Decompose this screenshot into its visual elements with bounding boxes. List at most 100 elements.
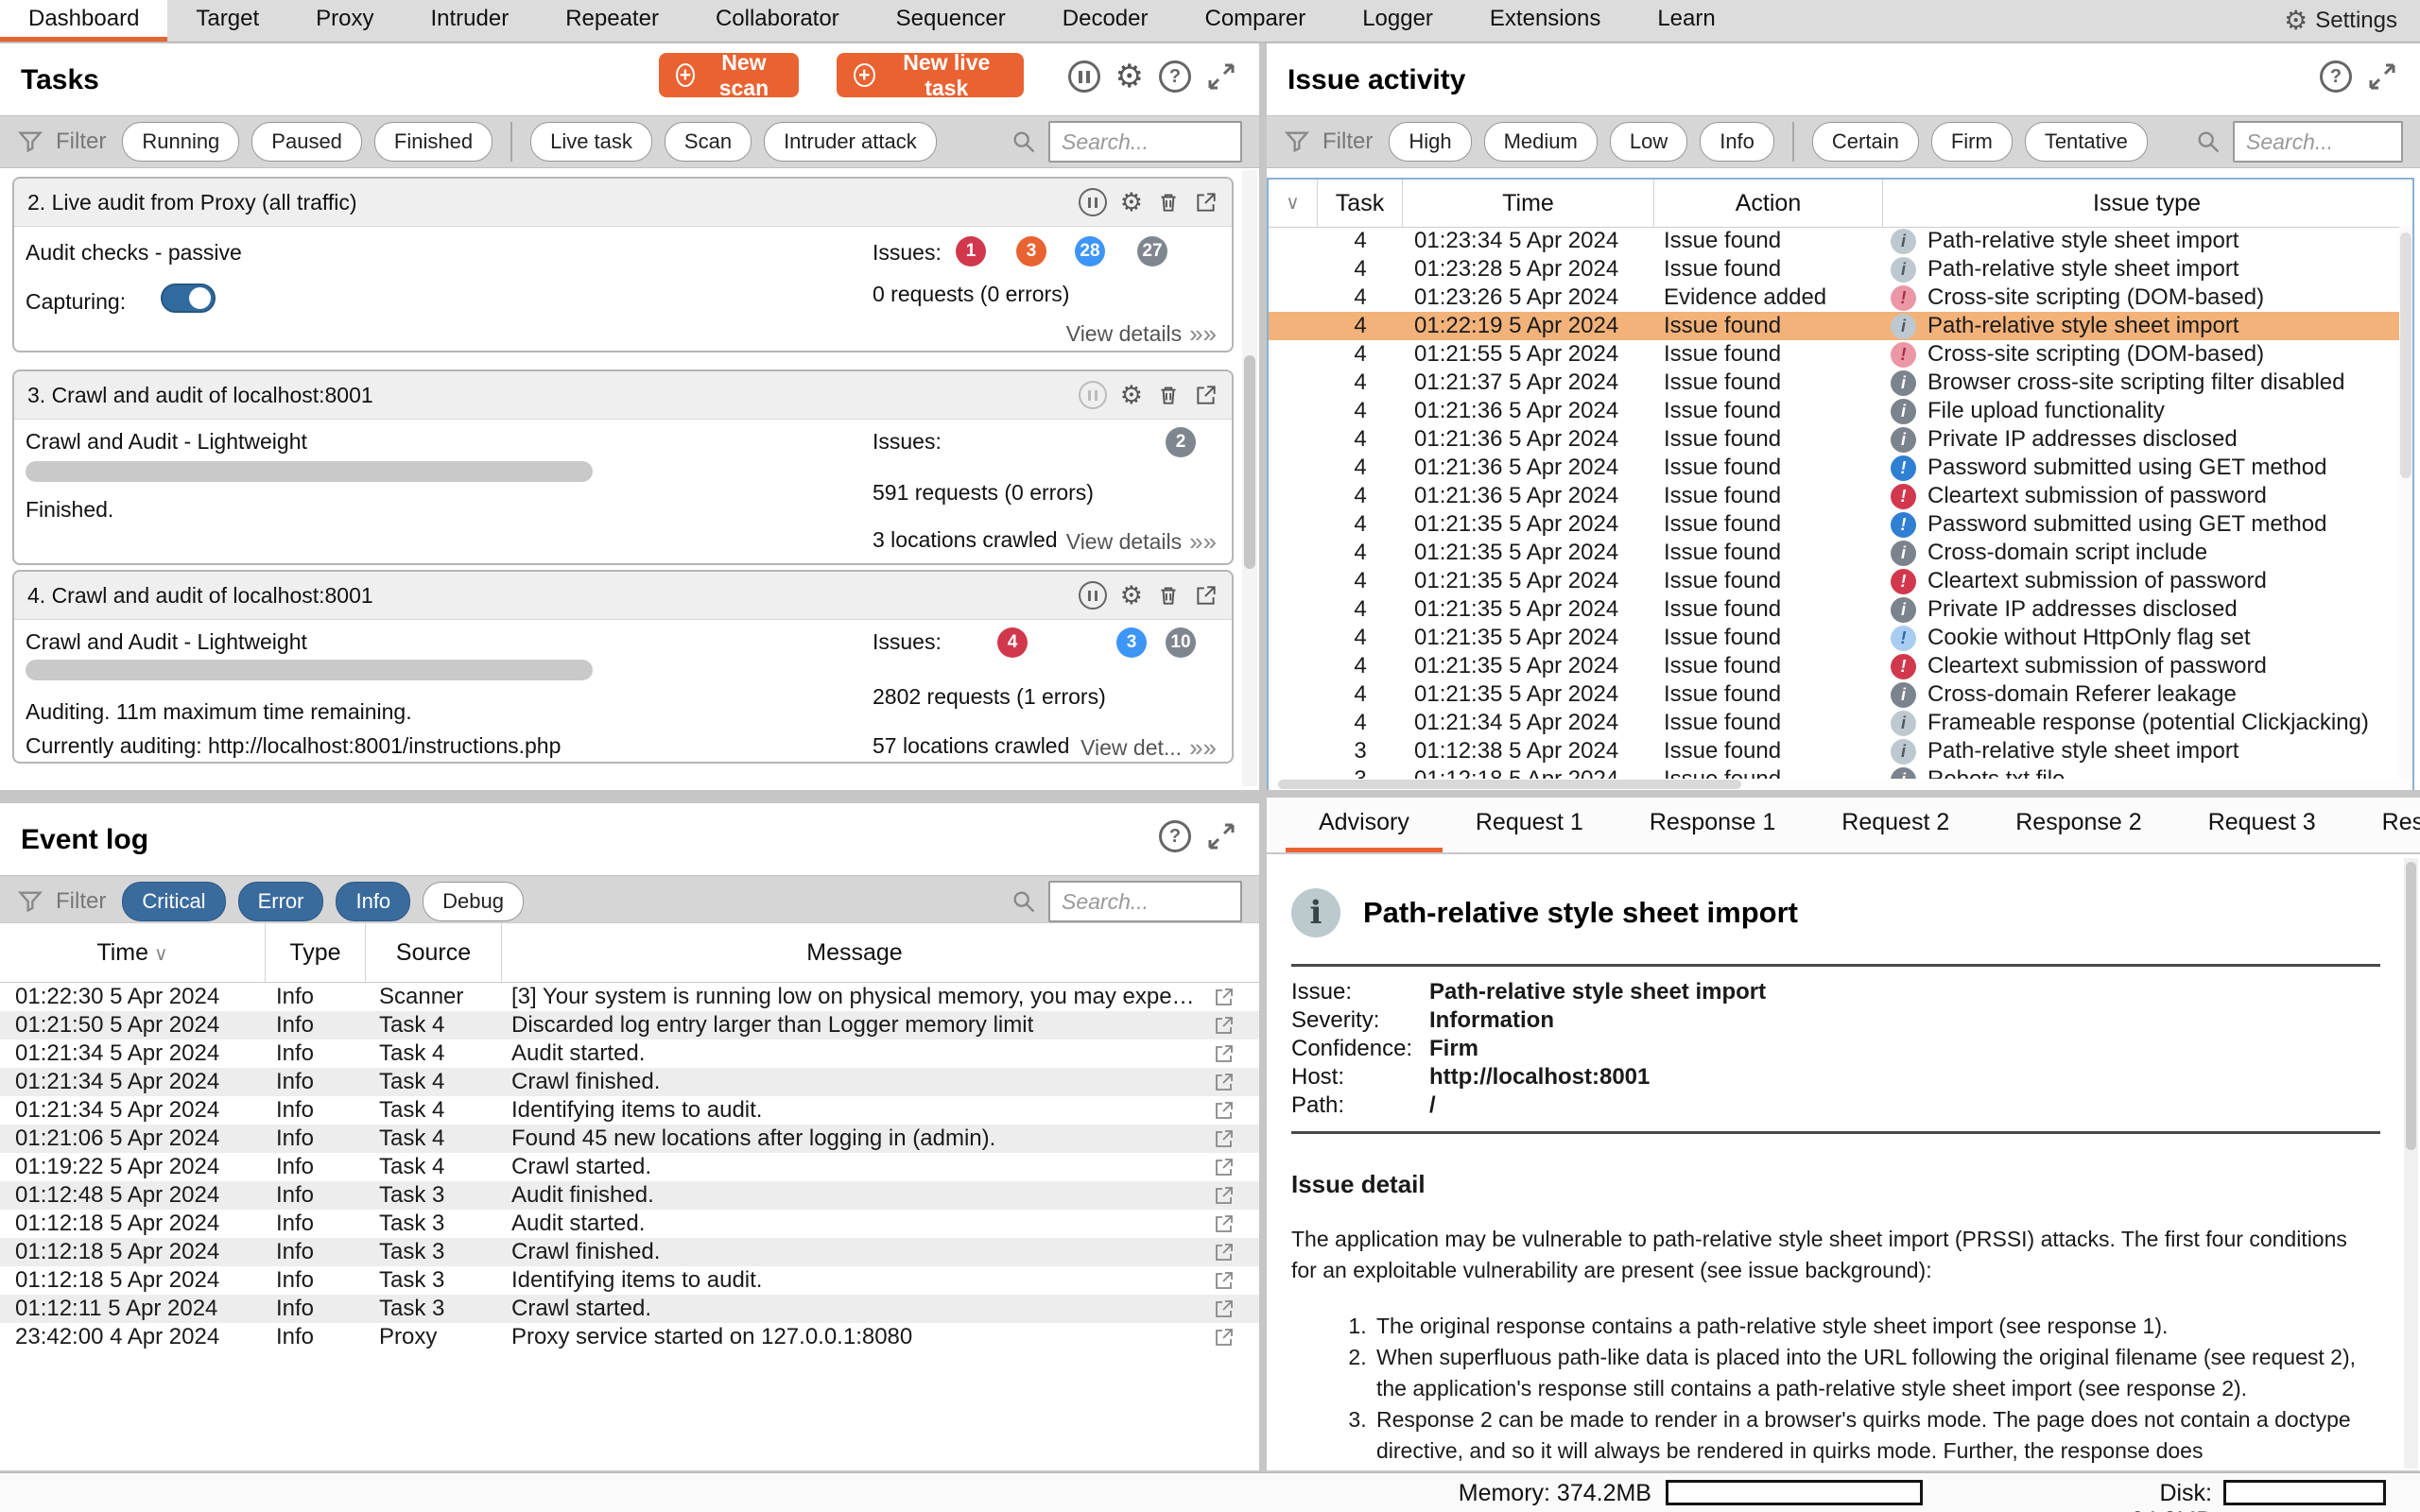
filter-high[interactable]: High	[1389, 122, 1471, 162]
issue-table-vertical-scrollbar[interactable]	[2399, 227, 2412, 779]
tab-intruder[interactable]: Intruder	[402, 0, 537, 42]
settings-button[interactable]: ⚙ Settings	[2284, 0, 2420, 42]
table-row[interactable]: 401:21:34 5 Apr 2024Issue foundFrameable…	[1269, 709, 2412, 737]
trash-icon[interactable]	[1156, 383, 1181, 407]
list-item[interactable]: 01:12:18 5 Apr 2024InfoTask 3Identifying…	[0, 1266, 1259, 1295]
list-item[interactable]: 01:19:22 5 Apr 2024InfoTask 4Crawl start…	[0, 1153, 1259, 1181]
open-in-window-icon[interactable]	[1194, 190, 1219, 215]
filter-paused[interactable]: Paused	[251, 122, 362, 162]
tab-request-1[interactable]: Request 1	[1443, 798, 1616, 852]
list-item[interactable]: 01:12:18 5 Apr 2024InfoTask 3Crawl finis…	[0, 1238, 1259, 1266]
open-in-window-icon[interactable]	[1194, 383, 1219, 407]
tab-dashboard[interactable]: Dashboard	[0, 0, 167, 42]
filter-medium[interactable]: Medium	[1484, 122, 1598, 162]
filter-critical[interactable]: Critical	[122, 882, 225, 921]
open-in-window-icon[interactable]	[1213, 1269, 1236, 1292]
filter-firm[interactable]: Firm	[1931, 122, 2013, 162]
tab-sequencer[interactable]: Sequencer	[868, 0, 1034, 42]
trash-icon[interactable]	[1156, 190, 1181, 215]
expand-icon[interactable]	[1206, 61, 1236, 92]
collapse-chevron-icon[interactable]: ∨	[1269, 180, 1318, 227]
filter-info[interactable]: Info	[1700, 122, 1774, 162]
gear-icon[interactable]: ⚙	[1120, 583, 1143, 609]
table-row[interactable]: 401:21:35 5 Apr 2024Issue foundPrivate I…	[1269, 595, 2412, 624]
column-header-type[interactable]: Type	[266, 923, 366, 982]
tab-request-3[interactable]: Request 3	[2175, 798, 2349, 852]
list-item[interactable]: 01:21:34 5 Apr 2024InfoTask 4Identifying…	[0, 1096, 1259, 1125]
filter-tentative[interactable]: Tentative	[2025, 122, 2148, 162]
open-in-window-icon[interactable]	[1213, 1014, 1236, 1037]
expand-icon[interactable]	[1206, 821, 1236, 851]
column-header-message[interactable]: Message	[502, 923, 1207, 982]
filter-certain[interactable]: Certain	[1812, 122, 1919, 162]
help-icon[interactable]: ?	[1159, 60, 1191, 93]
table-row[interactable]: 401:21:37 5 Apr 2024Issue foundBrowser c…	[1269, 369, 2412, 397]
open-in-window-icon[interactable]	[1213, 1184, 1236, 1207]
filter-intruder-attack[interactable]: Intruder attack	[764, 122, 937, 162]
list-item[interactable]: 01:12:11 5 Apr 2024InfoTask 3Crawl start…	[0, 1295, 1259, 1323]
column-header-source[interactable]: Source	[366, 923, 502, 982]
list-item[interactable]: 01:12:48 5 Apr 2024InfoTask 3Audit finis…	[0, 1181, 1259, 1210]
filter-finished[interactable]: Finished	[374, 122, 493, 162]
tab-collaborator[interactable]: Collaborator	[687, 0, 868, 42]
list-item[interactable]: 01:12:18 5 Apr 2024InfoTask 3Audit start…	[0, 1210, 1259, 1238]
task-card-crawl-3[interactable]: 3. Crawl and audit of localhost:8001 ⚙ C…	[12, 369, 1234, 565]
open-in-window-icon[interactable]	[1213, 1297, 1236, 1320]
list-item[interactable]: 01:21:06 5 Apr 2024InfoTask 4Found 45 ne…	[0, 1125, 1259, 1153]
table-row[interactable]: 401:21:36 5 Apr 2024Issue foundPassword …	[1269, 454, 2412, 482]
column-header-time[interactable]: Time∨	[0, 923, 266, 982]
table-row[interactable]: 401:21:35 5 Apr 2024Issue foundCleartext…	[1269, 652, 2412, 680]
tab-request-2[interactable]: Request 2	[1808, 798, 1982, 852]
eventlog-search-input[interactable]	[1048, 881, 1242, 922]
table-row[interactable]: 401:21:35 5 Apr 2024Issue foundCleartext…	[1269, 567, 2412, 595]
table-row[interactable]: 401:21:35 5 Apr 2024Issue foundCookie wi…	[1269, 624, 2412, 652]
tab-repeater[interactable]: Repeater	[537, 0, 687, 42]
advisory-scrollbar[interactable]	[2404, 858, 2418, 1469]
table-row[interactable]: 401:21:35 5 Apr 2024Issue foundCross-dom…	[1269, 680, 2412, 709]
filter-low[interactable]: Low	[1610, 122, 1687, 162]
pause-icon[interactable]	[1079, 381, 1107, 409]
open-in-window-icon[interactable]	[1213, 986, 1236, 1008]
tab-logger[interactable]: Logger	[1334, 0, 1461, 42]
column-header-issue-type[interactable]: Issue type	[1883, 180, 2411, 227]
open-in-window-icon[interactable]	[1213, 1156, 1236, 1178]
table-row[interactable]: 301:12:18 5 Apr 2024Issue foundRobots.tx…	[1269, 765, 2412, 779]
tasks-scrollbar[interactable]	[1242, 170, 1257, 786]
view-details-link[interactable]: View details»»	[1066, 527, 1217, 557]
open-in-window-icon[interactable]	[1213, 1042, 1236, 1065]
column-header-action[interactable]: Action	[1654, 180, 1883, 227]
tab-learn[interactable]: Learn	[1629, 0, 1743, 42]
expand-icon[interactable]	[2367, 61, 2397, 92]
tab-target[interactable]: Target	[167, 0, 287, 42]
help-icon[interactable]: ?	[1159, 820, 1191, 852]
open-in-window-icon[interactable]	[1213, 1241, 1236, 1263]
table-row[interactable]: 401:21:36 5 Apr 2024Issue foundFile uplo…	[1269, 397, 2412, 425]
gear-icon[interactable]: ⚙	[1120, 190, 1143, 215]
filter-debug[interactable]: Debug	[423, 882, 524, 921]
view-details-link[interactable]: View det...»»	[1080, 733, 1217, 763]
help-icon[interactable]: ?	[2320, 60, 2352, 93]
issue-table-horizontal-scrollbar[interactable]	[1269, 779, 2412, 790]
table-row[interactable]: 401:23:26 5 Apr 2024Evidence addedCross-…	[1269, 284, 2412, 312]
column-header-task[interactable]: Task	[1318, 180, 1403, 227]
pause-all-icon[interactable]	[1068, 60, 1100, 93]
table-row[interactable]: 401:21:36 5 Apr 2024Issue foundPrivate I…	[1269, 425, 2412, 454]
table-row[interactable]: 401:21:36 5 Apr 2024Issue foundCleartext…	[1269, 482, 2412, 510]
issues-search-input[interactable]	[2233, 121, 2403, 163]
list-item[interactable]: 01:21:34 5 Apr 2024InfoTask 4Audit start…	[0, 1040, 1259, 1068]
trash-icon[interactable]	[1156, 583, 1181, 608]
table-row[interactable]: 401:23:34 5 Apr 2024Issue foundPath-rela…	[1269, 227, 2412, 255]
list-item[interactable]: 01:21:34 5 Apr 2024InfoTask 4Crawl finis…	[0, 1068, 1259, 1096]
column-header-time[interactable]: Time	[1403, 180, 1654, 227]
list-item[interactable]: 23:42:00 4 Apr 2024InfoProxyProxy servic…	[0, 1323, 1259, 1351]
new-scan-button[interactable]: + New scan	[659, 53, 799, 97]
list-item[interactable]: 01:22:30 5 Apr 2024InfoScanner[3] Your s…	[0, 983, 1259, 1011]
table-row[interactable]: 401:21:35 5 Apr 2024Issue foundCross-dom…	[1269, 539, 2412, 567]
filter-error[interactable]: Error	[238, 882, 324, 921]
tasks-search-input[interactable]	[1048, 121, 1242, 163]
open-in-window-icon[interactable]	[1213, 1127, 1236, 1150]
tab-response-2[interactable]: Response 2	[1982, 798, 2174, 852]
tab-response-3[interactable]: Response 3	[2349, 798, 2420, 852]
table-row[interactable]: 301:12:38 5 Apr 2024Issue foundPath-rela…	[1269, 737, 2412, 765]
tab-proxy[interactable]: Proxy	[287, 0, 402, 42]
